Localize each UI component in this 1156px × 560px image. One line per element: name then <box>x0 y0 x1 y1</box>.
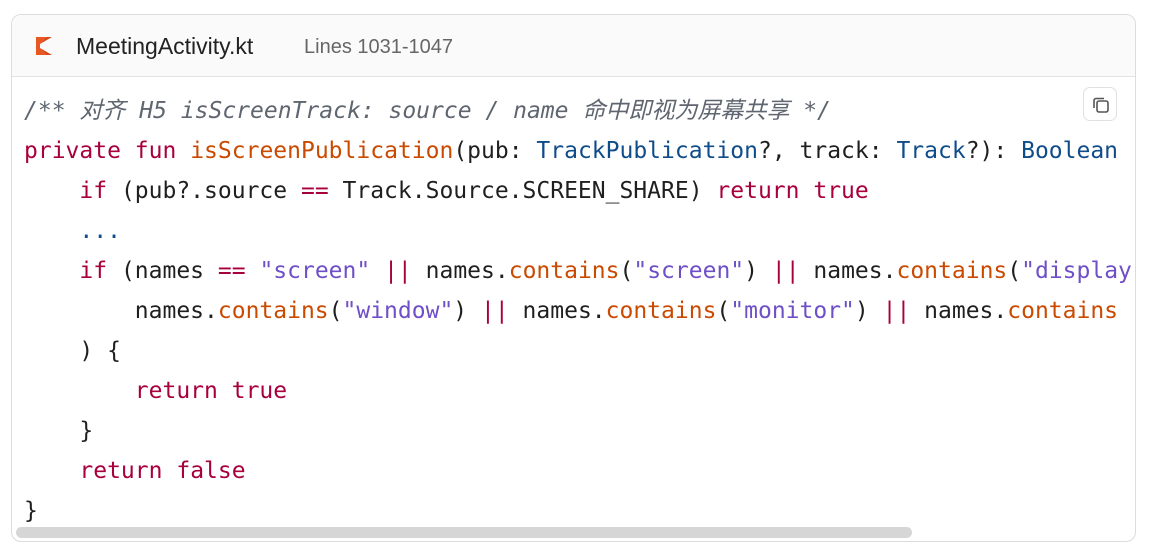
code-text: (pub: <box>453 138 537 164</box>
keyword: true <box>231 378 288 404</box>
code-text: names. <box>134 298 218 324</box>
function-call: contains <box>605 298 717 324</box>
code-line-10: return false <box>24 451 1135 491</box>
file-name[interactable]: MeetingActivity.kt <box>76 31 253 61</box>
code-text: names. <box>411 258 509 284</box>
type-name: Track <box>896 138 966 164</box>
operator: || <box>481 298 509 324</box>
code-line-3: if (pub?.source == Track.Source.SCREEN_S… <box>24 171 1135 211</box>
code-line-5: if (names == "screen" || names.contains(… <box>24 251 1135 291</box>
string-literal: "window" <box>342 298 454 324</box>
code-text: ) { <box>79 338 121 364</box>
code-line-6: names.contains("window") || names.contai… <box>24 291 1135 331</box>
kotlin-icon <box>36 37 56 55</box>
code-line-8: return true <box>24 371 1135 411</box>
code-line-1: /** 对齐 H5 isScreenTrack: source / name 命… <box>24 91 1135 131</box>
code-text: ( <box>328 298 343 324</box>
code-text: names. <box>799 258 897 284</box>
code-text: } <box>79 418 94 444</box>
code-text: ) <box>744 258 772 284</box>
code-text: names. <box>910 298 1008 324</box>
code-text: ?): <box>965 138 1022 164</box>
code-snippet-card: MeetingActivity.kt Lines 1031-1047 /** 对… <box>11 14 1136 542</box>
code-text: ( <box>1007 258 1022 284</box>
copy-button[interactable] <box>1083 87 1117 121</box>
code-area[interactable]: /** 对齐 H5 isScreenTrack: source / name 命… <box>12 77 1135 525</box>
string-literal: "screen" <box>633 258 745 284</box>
operator: || <box>384 258 412 284</box>
function-call: contains <box>896 258 1008 284</box>
function-call: contains <box>1007 298 1119 324</box>
keyword: private <box>24 138 121 164</box>
horizontal-scrollbar[interactable] <box>12 525 1135 541</box>
function-name: isScreenPublication <box>190 138 454 164</box>
keyword: false <box>176 458 246 484</box>
string-literal: "screen" <box>259 258 371 284</box>
type-name: TrackPublication <box>536 138 758 164</box>
code-text: ( <box>716 298 731 324</box>
code-line-11: } <box>24 491 1135 525</box>
code-text: Track.Source.SCREEN_SHARE) <box>328 178 717 204</box>
code-text: names. <box>508 298 606 324</box>
code-line-9: } <box>24 411 1135 451</box>
code-text: (names <box>107 258 218 284</box>
code-text: ?, track: <box>757 138 897 164</box>
code-line-4: ... <box>24 211 1135 251</box>
code-block: /** 对齐 H5 isScreenTrack: source / name 命… <box>24 91 1135 525</box>
keyword: fun <box>134 138 177 164</box>
code-comment: /** 对齐 H5 isScreenTrack: source / name 命… <box>24 98 831 124</box>
keyword: return <box>134 378 218 404</box>
keyword: return <box>79 458 163 484</box>
operator: || <box>882 298 911 324</box>
code-text: } <box>24 498 38 524</box>
code-text: ) <box>854 298 883 324</box>
operator: || <box>771 258 800 284</box>
line-range-label: Lines 1031-1047 <box>304 36 454 58</box>
code-text: ) <box>453 298 481 324</box>
keyword: if <box>79 178 108 204</box>
string-literal: "monitor" <box>730 298 855 324</box>
scrollbar-thumb[interactable] <box>16 527 912 538</box>
operator: == <box>300 178 329 204</box>
operator: == <box>217 258 246 284</box>
code-line-2: private fun isScreenPublication(pub: Tra… <box>24 131 1135 171</box>
string-literal: "display" <box>1021 258 1135 284</box>
code-text: (pub?.source <box>107 178 301 204</box>
keyword: return <box>716 178 800 204</box>
code-line-7: ) { <box>24 331 1135 371</box>
function-call: contains <box>217 298 329 324</box>
code-snippet-header: MeetingActivity.kt Lines 1031-1047 <box>12 15 1135 77</box>
keyword: true <box>813 178 869 204</box>
code-text: ( <box>619 258 634 284</box>
ellipsis: ... <box>79 218 121 244</box>
type-name: Boolean <box>1021 138 1119 164</box>
function-call: contains <box>508 258 620 284</box>
keyword: if <box>79 258 108 284</box>
